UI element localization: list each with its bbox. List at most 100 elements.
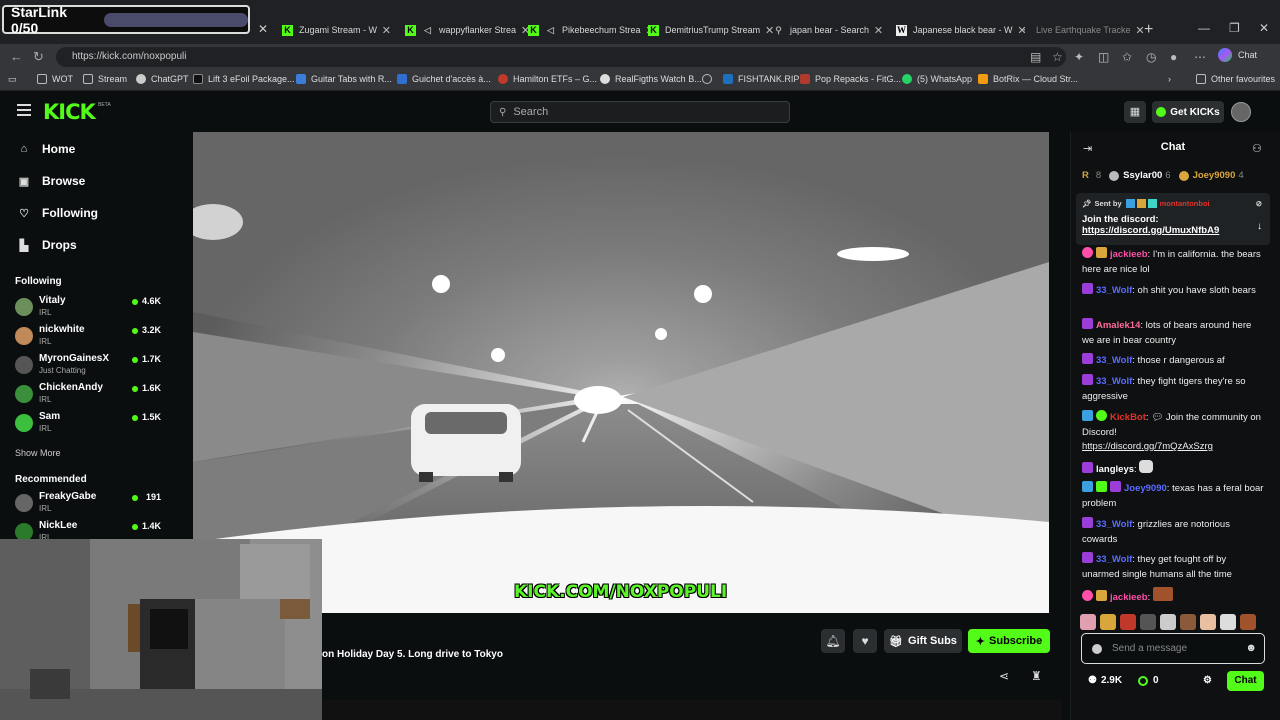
- chat-username[interactable]: jackieeb: [1110, 592, 1148, 603]
- bookmark[interactable]: Lift 3 eFoil Package...: [193, 74, 295, 84]
- sidebar-item-drops[interactable]: ▙ Drops: [18, 238, 77, 252]
- recommended-channel[interactable]: FreakyGabe IRL 191: [15, 490, 163, 518]
- settings-icon[interactable]: ⚙: [1203, 675, 1212, 686]
- browser-tab[interactable]: K DemitriusTrump Stream ✕: [648, 21, 774, 39]
- bookmark[interactable]: Stream: [83, 74, 127, 84]
- gift-subs-button[interactable]: 🎁︎ Gift Subs: [884, 629, 962, 653]
- bookmark[interactable]: (5) WhatsApp: [902, 74, 972, 84]
- bookmark[interactable]: Guichet d'accès à...: [397, 74, 491, 84]
- bookmark[interactable]: Pop Repacks - FitG...: [800, 74, 901, 84]
- followed-channel[interactable]: Vitaly IRL 4.6K: [15, 294, 163, 322]
- bookmarks-menu-icon[interactable]: ▭: [8, 74, 17, 85]
- emoji-icon[interactable]: ☻: [1245, 642, 1257, 654]
- profile-icon[interactable]: ●: [1170, 50, 1177, 64]
- emote-icon[interactable]: [1100, 614, 1116, 630]
- new-tab-icon[interactable]: +: [1144, 21, 1153, 39]
- mute-icon[interactable]: ◁: [422, 25, 433, 36]
- other-favourites[interactable]: Other favourites: [1196, 74, 1275, 84]
- bookmark[interactable]: FISHTANK.RIP: [723, 74, 799, 84]
- close-icon[interactable]: ✕: [258, 22, 268, 36]
- chat-username[interactable]: 33_Wolf: [1096, 519, 1132, 530]
- notifications-button[interactable]: 🔔︎: [821, 629, 845, 653]
- chat-username[interactable]: KickBot: [1110, 412, 1146, 423]
- close-icon[interactable]: ✕: [382, 24, 391, 37]
- star-icon[interactable]: ☆: [1052, 50, 1063, 64]
- emote-icon[interactable]: [1120, 614, 1136, 630]
- more-icon[interactable]: ⋯: [1194, 50, 1206, 64]
- mute-icon[interactable]: ◁: [545, 25, 556, 36]
- bookmark[interactable]: [702, 74, 717, 84]
- chat-message-input[interactable]: Send a message ☻: [1081, 633, 1265, 664]
- clip-icon[interactable]: ♜: [1031, 669, 1042, 683]
- window-close-icon[interactable]: ✕: [1259, 21, 1269, 35]
- browser-tab[interactable]: ⚲ japan bear - Search ✕: [773, 21, 883, 39]
- chat-mode-icon[interactable]: [1092, 643, 1102, 654]
- chat-send-button[interactable]: Chat: [1227, 671, 1264, 691]
- emote-icon[interactable]: [1160, 614, 1176, 630]
- bookmark[interactable]: Hamilton ETFs – G...: [498, 74, 597, 84]
- kick-logo[interactable]: KICK: [43, 100, 96, 124]
- chat-username[interactable]: langleys: [1096, 464, 1134, 475]
- maximize-icon[interactable]: ❐: [1229, 21, 1240, 35]
- chat-username[interactable]: 33_Wolf: [1096, 554, 1132, 565]
- minimize-icon[interactable]: —: [1198, 21, 1210, 35]
- subscribe-button[interactable]: ✦ Subscribe: [968, 629, 1050, 653]
- bookmark[interactable]: BotRix — Cloud Str...: [978, 74, 1078, 84]
- search-input[interactable]: ⚲ Search: [490, 101, 790, 123]
- emote-icon[interactable]: [1080, 614, 1096, 630]
- pinned-link[interactable]: https://discord.gg/UmuxNfbA9: [1082, 225, 1264, 236]
- gifter-name[interactable]: Ssylar00: [1123, 170, 1162, 181]
- reader-icon[interactable]: ▤: [1030, 50, 1041, 64]
- chat-username[interactable]: jackieeb: [1110, 249, 1148, 260]
- url-field[interactable]: https://kick.com/noxpopuli: [56, 47, 1066, 67]
- close-icon[interactable]: ✕: [874, 24, 883, 37]
- chat-users-icon[interactable]: ⚇: [1252, 142, 1262, 155]
- show-more-button[interactable]: Show More: [15, 448, 61, 458]
- split-icon[interactable]: ◫: [1098, 50, 1109, 64]
- chevron-right-icon[interactable]: ›: [1168, 74, 1171, 84]
- gifter-name[interactable]: Joey9090: [1193, 170, 1236, 181]
- expand-icon[interactable]: ↓: [1257, 221, 1262, 232]
- browser-tab[interactable]: W Japanese black bear - W ✕: [896, 21, 1027, 39]
- emote-icon[interactable]: [1240, 614, 1256, 630]
- sidebar-item-home[interactable]: ⌂ Home: [18, 142, 76, 156]
- avatar[interactable]: [1231, 102, 1251, 122]
- chat-username[interactable]: 33_Wolf: [1096, 355, 1132, 366]
- sidebar-item-browse[interactable]: ▣ Browse: [18, 174, 86, 188]
- browser-tab[interactable]: · Live Earthquake Tracke ✕: [1019, 21, 1145, 39]
- emote-icon[interactable]: [1200, 614, 1216, 630]
- follow-button[interactable]: ♥: [853, 629, 877, 653]
- pinned-sender[interactable]: montantonboi: [1160, 199, 1210, 208]
- copilot-chat-button[interactable]: Chat: [1218, 48, 1257, 62]
- sidebar-item-following[interactable]: ♡ Following: [18, 206, 98, 220]
- theater-mode-button[interactable]: ▦: [1124, 101, 1146, 123]
- menu-icon[interactable]: [17, 104, 31, 116]
- chat-link[interactable]: https://discord.gg/7mQzAxSzrg: [1082, 441, 1213, 452]
- share-icon[interactable]: ⋖: [999, 669, 1009, 683]
- chat-username[interactable]: Joey9090: [1124, 483, 1167, 494]
- favorites-icon[interactable]: ✩: [1122, 50, 1132, 64]
- bookmark[interactable]: RealFigths Watch B...: [600, 74, 702, 84]
- followed-channel[interactable]: Sam IRL 1.5K: [15, 410, 163, 438]
- refresh-icon[interactable]: ↻: [33, 49, 44, 65]
- bookmark[interactable]: Guitar Tabs with R...: [296, 74, 392, 84]
- bookmark[interactable]: ChatGPT: [136, 74, 189, 84]
- followed-channel[interactable]: ChickenAndy IRL 1.6K: [15, 381, 163, 409]
- followed-channel[interactable]: MyronGainesX Just Chatting 1.7K: [15, 352, 163, 380]
- chat-username[interactable]: 33_Wolf: [1096, 376, 1132, 387]
- emote-icon[interactable]: [1220, 614, 1236, 630]
- chat-username[interactable]: Amalek14: [1096, 320, 1140, 331]
- extensions-icon[interactable]: ✦: [1074, 50, 1084, 64]
- bookmark[interactable]: WOT: [37, 74, 73, 84]
- history-icon[interactable]: ◷: [1146, 50, 1156, 64]
- browser-tab[interactable]: K ◁ wappyflanker Strea ✕: [405, 21, 530, 39]
- get-kicks-button[interactable]: Get KICKs: [1152, 101, 1224, 123]
- unpin-icon[interactable]: ⊘: [1256, 199, 1262, 208]
- browser-tab[interactable]: K ◁ Pikebeechum Strea ✕: [528, 21, 655, 39]
- browser-tab[interactable]: K Zugami Stream - W ✕: [282, 21, 391, 39]
- chat-username[interactable]: 33_Wolf: [1096, 285, 1132, 296]
- followed-channel[interactable]: nickwhite IRL 3.2K: [15, 323, 163, 351]
- emote-icon[interactable]: [1140, 614, 1156, 630]
- back-icon[interactable]: ←: [10, 49, 23, 64]
- emote-icon[interactable]: [1180, 614, 1196, 630]
